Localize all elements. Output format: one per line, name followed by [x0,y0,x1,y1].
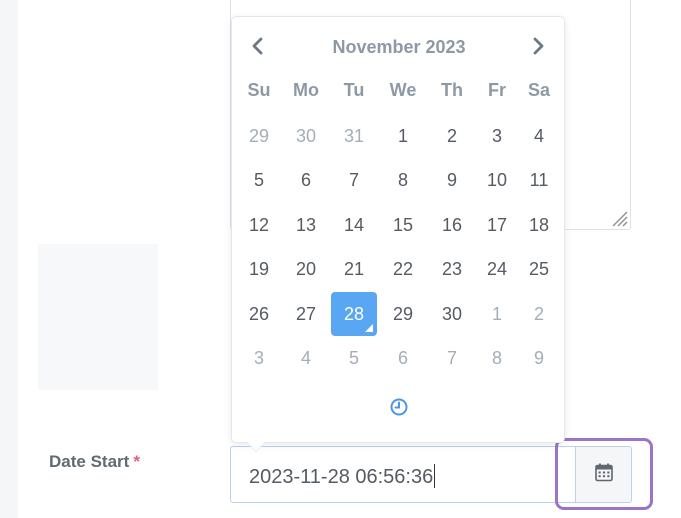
day-cell-selected[interactable]: 28 [331,292,377,336]
next-month-button[interactable] [518,33,558,63]
weekday-we: We [389,80,417,100]
day-cell[interactable]: 19 [236,247,282,291]
day-cell[interactable]: 30 [429,292,475,336]
weekday-mo: Mo [293,80,319,100]
date-start-input[interactable]: 2023-11-28 06:56:36 [230,446,576,503]
day-cell[interactable]: 1 [380,114,426,158]
day-cell[interactable]: 29 [380,292,426,336]
day-cell[interactable]: 4 [516,114,562,158]
calendar-toggle-button[interactable] [575,446,632,503]
day-cell[interactable]: 6 [283,158,329,202]
day-cell[interactable]: 13 [283,203,329,247]
day-cell[interactable]: 24 [474,247,520,291]
day-cell[interactable]: 2 [516,292,562,336]
popup-pointer [247,442,265,451]
month-title[interactable]: November 2023 [232,37,566,58]
day-cell[interactable]: 27 [283,292,329,336]
time-picker-button[interactable] [387,397,411,421]
day-cell[interactable]: 3 [236,336,282,380]
day-cell[interactable]: 21 [331,247,377,291]
calendar-icon [594,462,614,487]
day-cell[interactable]: 26 [236,292,282,336]
day-cell[interactable]: 1 [474,292,520,336]
day-cell[interactable]: 22 [380,247,426,291]
weekday-th: Th [441,80,463,100]
side-panel-block [38,244,158,390]
text-caret [434,464,436,488]
day-cell[interactable]: 31 [331,114,377,158]
day-cell[interactable]: 5 [236,158,282,202]
clock-icon [390,398,408,421]
day-cell[interactable]: 7 [429,336,475,380]
weekday-header-row: Su Mo Tu We Th Fr Sa [232,80,566,106]
day-cell[interactable]: 12 [236,203,282,247]
date-start-label-text: Date Start [49,452,130,471]
date-start-value: 2023-11-28 06:56:36 [249,466,434,488]
weekday-tu: Tu [343,80,365,100]
day-cell[interactable]: 29 [236,114,282,158]
datepicker-popup: November 2023 Su Mo Tu We Th Fr Sa 29 30 31 1 2 3 4 5… [231,16,565,443]
day-cell[interactable]: 8 [380,158,426,202]
day-cell[interactable]: 9 [429,158,475,202]
day-cell[interactable]: 18 [516,203,562,247]
datepicker-header: November 2023 [232,33,566,63]
day-cell[interactable]: 30 [283,114,329,158]
day-cell[interactable]: 2 [429,114,475,158]
day-cell[interactable]: 4 [283,336,329,380]
day-cell[interactable]: 10 [474,158,520,202]
date-start-label: Date Start * [49,452,140,472]
day-cell[interactable]: 14 [331,203,377,247]
chevron-right-icon [531,37,545,60]
day-cell[interactable]: 20 [283,247,329,291]
day-cell[interactable]: 16 [429,203,475,247]
day-cell[interactable]: 25 [516,247,562,291]
resize-handle-icon[interactable] [608,207,628,227]
day-cell[interactable]: 9 [516,336,562,380]
day-cell[interactable]: 23 [429,247,475,291]
weekday-sa: Sa [527,80,551,100]
day-cell[interactable]: 15 [380,203,426,247]
day-cell[interactable]: 7 [331,158,377,202]
day-cell[interactable]: 5 [331,336,377,380]
weekday-fr: Fr [488,80,506,100]
weekday-su: Su [247,80,271,100]
day-cell[interactable]: 17 [474,203,520,247]
day-cell[interactable]: 8 [474,336,520,380]
day-cell[interactable]: 11 [516,158,562,202]
day-cell[interactable]: 3 [474,114,520,158]
day-cell[interactable]: 6 [380,336,426,380]
required-marker: * [133,452,140,471]
